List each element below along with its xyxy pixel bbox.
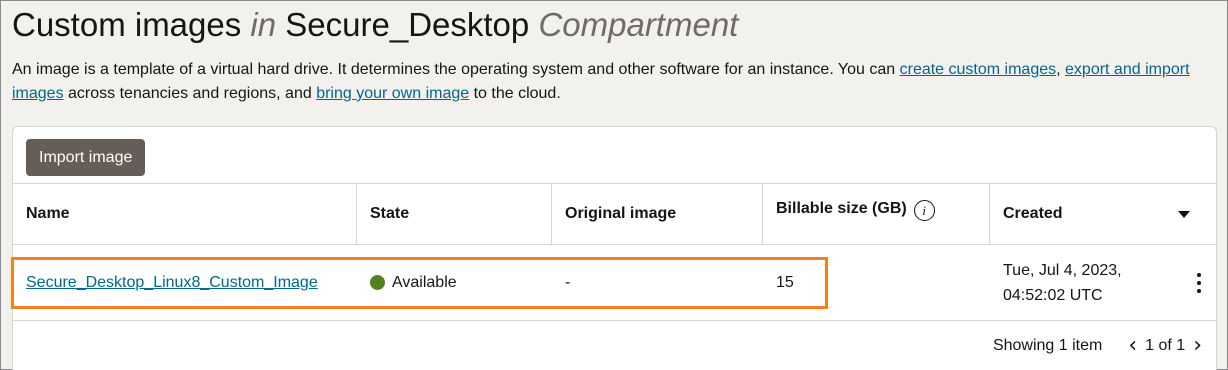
title-compartment: Secure_Desktop [285, 6, 530, 43]
column-header-billable-size[interactable]: Billable size (GB) i [763, 184, 990, 244]
page-indicator: 1 of 1 [1145, 337, 1186, 354]
table-row: Secure_Desktop_Linux8_Custom_Image Avail… [13, 245, 1216, 321]
description-text: across tenancies and regions, and [63, 85, 317, 102]
previous-page-icon[interactable]: ‹ [1124, 335, 1141, 357]
import-image-button[interactable]: Import image [26, 139, 146, 176]
description-text: to the cloud. [469, 85, 561, 102]
column-label: Name [26, 205, 70, 222]
column-header-original-image[interactable]: Original image [552, 184, 763, 244]
column-header-state[interactable]: State [357, 184, 552, 244]
create-custom-images-link[interactable]: create custom images [900, 61, 1057, 78]
page-title: Custom images in Secure_Desktop Compartm… [12, 5, 738, 45]
status-text: Available [392, 273, 457, 291]
toolbar: Import image [26, 139, 146, 176]
original-image-value: - [565, 273, 571, 291]
billable-size-value: 15 [776, 273, 794, 291]
cell-billable-size: 15 [763, 245, 990, 320]
cell-original-image: - [552, 245, 763, 320]
column-header-name[interactable]: Name [13, 184, 357, 244]
cell-state: Available [357, 245, 552, 320]
row-actions-kebab-icon[interactable] [1196, 273, 1202, 293]
cell-created: Tue, Jul 4, 2023, 04:52:02 UTC [990, 245, 1216, 320]
pagination: Showing 1 item ‹ 1 of 1 › [13, 321, 1216, 370]
title-in: in [250, 6, 277, 43]
column-label: Created [1003, 205, 1063, 222]
next-page-icon[interactable]: › [1189, 335, 1206, 357]
description-text: , [1056, 61, 1066, 78]
cell-name: Secure_Desktop_Linux8_Custom_Image [13, 245, 357, 320]
table-header: Name State Original image Billable size … [13, 183, 1216, 245]
status-available-icon [370, 275, 385, 290]
description-text: An image is a template of a virtual hard… [12, 61, 900, 78]
title-main: Custom images [12, 6, 242, 43]
image-name-link[interactable]: Secure_Desktop_Linux8_Custom_Image [26, 274, 318, 292]
title-suffix: Compartment [538, 6, 739, 43]
created-value: Tue, Jul 4, 2023, 04:52:02 UTC [1003, 258, 1122, 308]
showing-count: Showing 1 item [992, 337, 1103, 354]
column-label: Original image [565, 205, 677, 222]
created-time: 04:52:02 UTC [1003, 286, 1103, 304]
created-date: Tue, Jul 4, 2023, [1003, 261, 1122, 279]
bring-your-own-image-link[interactable]: bring your own image [316, 85, 469, 102]
info-icon[interactable]: i [913, 200, 935, 221]
images-panel: Import image Name State Original image B… [11, 126, 1217, 370]
column-label: State [370, 205, 410, 222]
column-header-created[interactable]: Created [990, 184, 1216, 244]
column-label: Billable size (GB) [776, 200, 907, 217]
sort-descending-icon[interactable] [1178, 211, 1190, 218]
page-description: An image is a template of a virtual hard… [12, 58, 1217, 106]
